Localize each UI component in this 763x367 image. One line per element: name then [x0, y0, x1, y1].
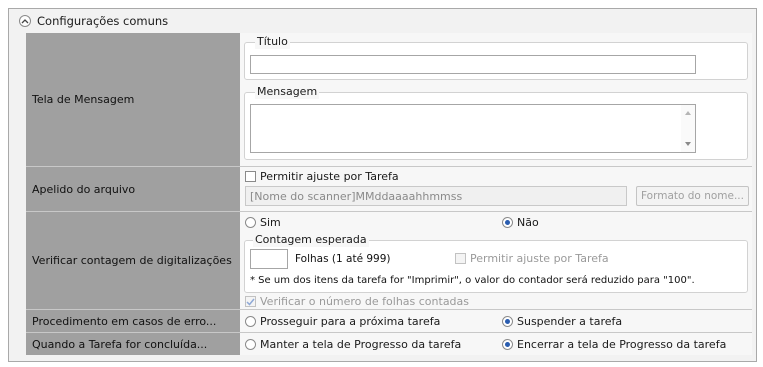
expected-allow-adjust[interactable]: Permitir ajuste por Tarefa — [455, 252, 609, 265]
suspend-option[interactable]: Suspender a tarefa — [502, 315, 622, 328]
sheets-count-input[interactable] — [250, 249, 288, 269]
scan-count-label: Verificar contagem de digitalizações — [26, 212, 240, 309]
on-complete-content: Manter a tela de Progresso da tarefa Enc… — [240, 333, 752, 355]
file-alias-label: Apelido do arquivo — [26, 167, 240, 211]
error-procedure-label: Procedimento em casos de erro... — [26, 310, 240, 332]
common-settings-panel: Configurações comuns Tela de Mensagem Tí… — [8, 8, 757, 362]
title-group-label: Título — [255, 35, 290, 49]
yes-radio[interactable] — [245, 217, 256, 228]
suspend-radio[interactable] — [502, 316, 513, 327]
message-group-label: Mensagem — [255, 85, 320, 99]
check-icon — [246, 298, 255, 306]
chevron-up-circle-icon[interactable] — [19, 15, 31, 27]
yes-label: Sim — [260, 216, 281, 229]
allow-adjust-label: Permitir ajuste por Tarefa — [260, 170, 399, 183]
message-group: Mensagem — [244, 85, 748, 160]
print-counter-note: * Se um dos itens da tarefa for "Imprimi… — [250, 275, 695, 286]
verify-sheets-option[interactable]: Verificar o número de folhas contadas — [245, 295, 469, 308]
message-screen-label: Tela de Mensagem — [26, 33, 240, 166]
file-alias-allow-adjust[interactable]: Permitir ajuste por Tarefa — [245, 170, 399, 183]
message-scrollbar[interactable] — [681, 105, 695, 152]
scan-count-content: Sim Não Contagem esperada Folhas (1 até … — [240, 212, 752, 309]
file-alias-content: Permitir ajuste por Tarefa [Nome do scan… — [240, 167, 752, 211]
keep-progress-radio[interactable] — [245, 339, 256, 350]
allow-adjust-checkbox[interactable] — [245, 171, 256, 182]
continue-next-radio[interactable] — [245, 316, 256, 327]
expected-allow-adjust-checkbox[interactable] — [455, 253, 466, 264]
no-radio[interactable] — [502, 217, 513, 228]
keep-progress-option[interactable]: Manter a tela de Progresso da tarefa — [245, 338, 461, 351]
scan-count-no-option[interactable]: Não — [502, 216, 539, 229]
expected-count-group: Contagem esperada Folhas (1 até 999) Per… — [244, 233, 748, 293]
name-format-button[interactable]: Formato do nome... — [636, 186, 749, 206]
expected-allow-adjust-label: Permitir ajuste por Tarefa — [470, 252, 609, 265]
scroll-up-icon[interactable] — [685, 111, 691, 115]
file-name-input[interactable]: [Nome do scanner]MMddaaaahhmmss — [245, 186, 627, 206]
title-input[interactable] — [250, 55, 696, 74]
expected-count-label: Contagem esperada — [253, 233, 369, 247]
close-progress-option[interactable]: Encerrar a tela de Progresso da tarefa — [502, 338, 726, 351]
no-label: Não — [517, 216, 539, 229]
verify-sheets-label: Verificar o número de folhas contadas — [260, 295, 470, 308]
close-progress-radio[interactable] — [502, 339, 513, 350]
sheets-range-label: Folhas (1 até 999) — [295, 253, 391, 265]
title-group: Título — [244, 35, 748, 80]
scroll-down-icon[interactable] — [685, 142, 691, 146]
scan-count-yes-option[interactable]: Sim — [245, 216, 281, 229]
verify-sheets-checkbox[interactable] — [245, 296, 256, 307]
continue-next-option[interactable]: Prosseguir para a próxima tarefa — [245, 315, 440, 328]
keep-progress-label: Manter a tela de Progresso da tarefa — [260, 338, 462, 351]
message-screen-content: Título Mensagem — [240, 33, 752, 166]
panel-header: Configurações comuns — [9, 9, 756, 33]
panel-title: Configurações comuns — [37, 14, 169, 28]
on-complete-label: Quando a Tarefa for concluída... — [26, 333, 240, 355]
suspend-label: Suspender a tarefa — [517, 315, 623, 328]
continue-next-label: Prosseguir para a próxima tarefa — [260, 315, 441, 328]
close-progress-label: Encerrar a tela de Progresso da tarefa — [517, 338, 727, 351]
message-textarea[interactable] — [250, 104, 696, 153]
error-procedure-content: Prosseguir para a próxima tarefa Suspend… — [240, 310, 752, 332]
